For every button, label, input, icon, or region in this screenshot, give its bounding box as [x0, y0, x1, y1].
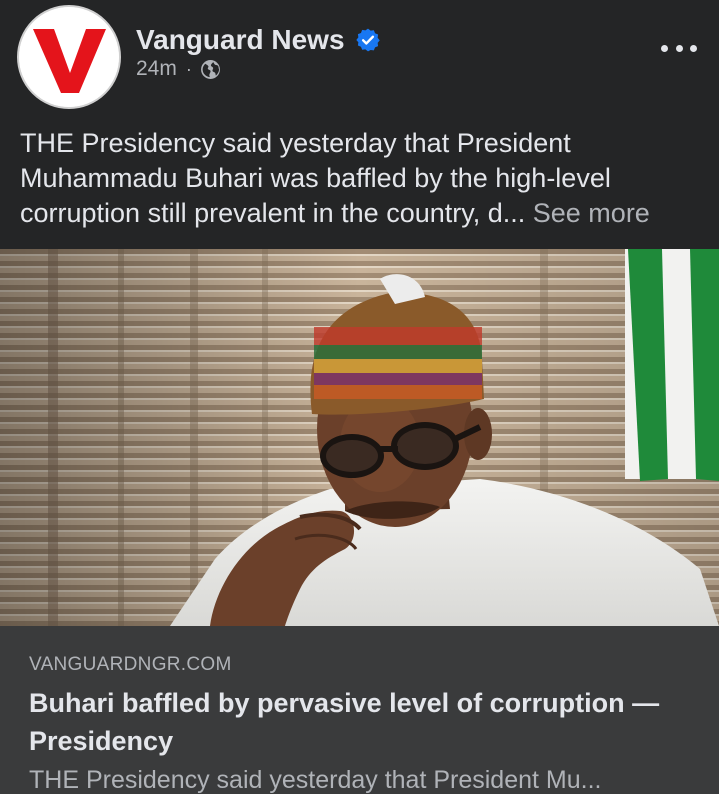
globe-icon: [200, 59, 221, 80]
page-name-row: Vanguard News: [136, 20, 381, 60]
more-dot: [690, 44, 697, 52]
vanguard-logo-icon: [19, 7, 119, 107]
meta-separator: ·: [185, 58, 192, 79]
link-domain: VANGUARDNGR.COM: [29, 654, 232, 675]
verified-badge-icon: [355, 27, 381, 53]
post-timestamp[interactable]: 24m: [136, 57, 177, 81]
post-meta: 24m ·: [136, 56, 221, 82]
facebook-post: Vanguard News 24m · THE Presidency said …: [0, 0, 719, 794]
post-body-text: THE Presidency said yesterday that Presi…: [20, 128, 611, 228]
post-photo[interactable]: [0, 249, 719, 626]
link-description: THE Presidency said yesterday that Presi…: [29, 766, 602, 794]
link-preview-card[interactable]: VANGUARDNGR.COM Buhari baffled by pervas…: [0, 626, 719, 794]
page-name[interactable]: Vanguard News: [136, 24, 345, 56]
post-text: THE Presidency said yesterday that Presi…: [20, 126, 710, 231]
link-title[interactable]: Buhari baffled by pervasive level of cor…: [29, 684, 699, 760]
buhari-photo-image: [0, 249, 719, 626]
page-avatar[interactable]: [17, 5, 121, 109]
post-header: Vanguard News 24m ·: [0, 0, 719, 120]
see-more-link[interactable]: See more: [533, 198, 650, 228]
more-dot: [661, 44, 668, 52]
more-dot: [675, 44, 683, 52]
more-options-button[interactable]: [661, 36, 697, 60]
